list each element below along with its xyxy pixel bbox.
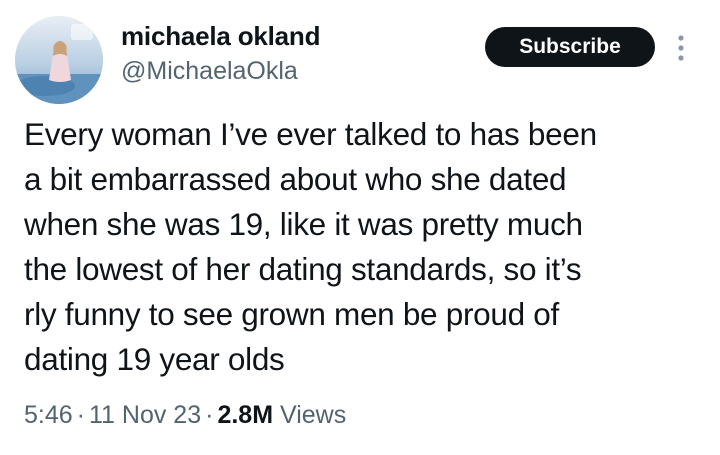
tweet-text-line: the lowest of her dating standards, so i…	[24, 251, 582, 287]
tweet-text-line: Every woman I’ve ever talked to has been	[24, 116, 597, 152]
tweet-text-line: a bit embarrassed about who she dated	[24, 161, 567, 197]
meta-separator: ·	[205, 401, 214, 429]
avatar-image	[15, 16, 103, 104]
tweet-text: Every woman I’ve ever talked to has been…	[24, 112, 694, 382]
views-label: Views	[279, 401, 347, 429]
display-name[interactable]: michaela okland	[121, 20, 321, 52]
subscribe-button[interactable]: Subscribe	[485, 27, 655, 67]
tweet-text-line: rly funny to see grown men be proud of	[24, 296, 559, 332]
more-vertical-icon[interactable]	[675, 33, 687, 63]
avatar[interactable]	[15, 16, 103, 104]
views-count[interactable]: 2.8M	[217, 401, 273, 429]
tweet-text-line: when she was 19, like it was pretty much	[24, 206, 583, 242]
tweet-date[interactable]: 11 Nov 23	[89, 401, 201, 429]
user-handle[interactable]: @MichaelaOkla	[121, 56, 298, 86]
meta-separator: ·	[76, 401, 85, 429]
tweet-text-line: dating 19 year olds	[24, 341, 285, 377]
tweet-meta: 5:46 · 11 Nov 23 · 2.8M Views	[24, 398, 346, 432]
tweet-card: michaela okland @MichaelaOkla Subscribe …	[0, 0, 720, 455]
tweet-time[interactable]: 5:46	[24, 401, 73, 429]
